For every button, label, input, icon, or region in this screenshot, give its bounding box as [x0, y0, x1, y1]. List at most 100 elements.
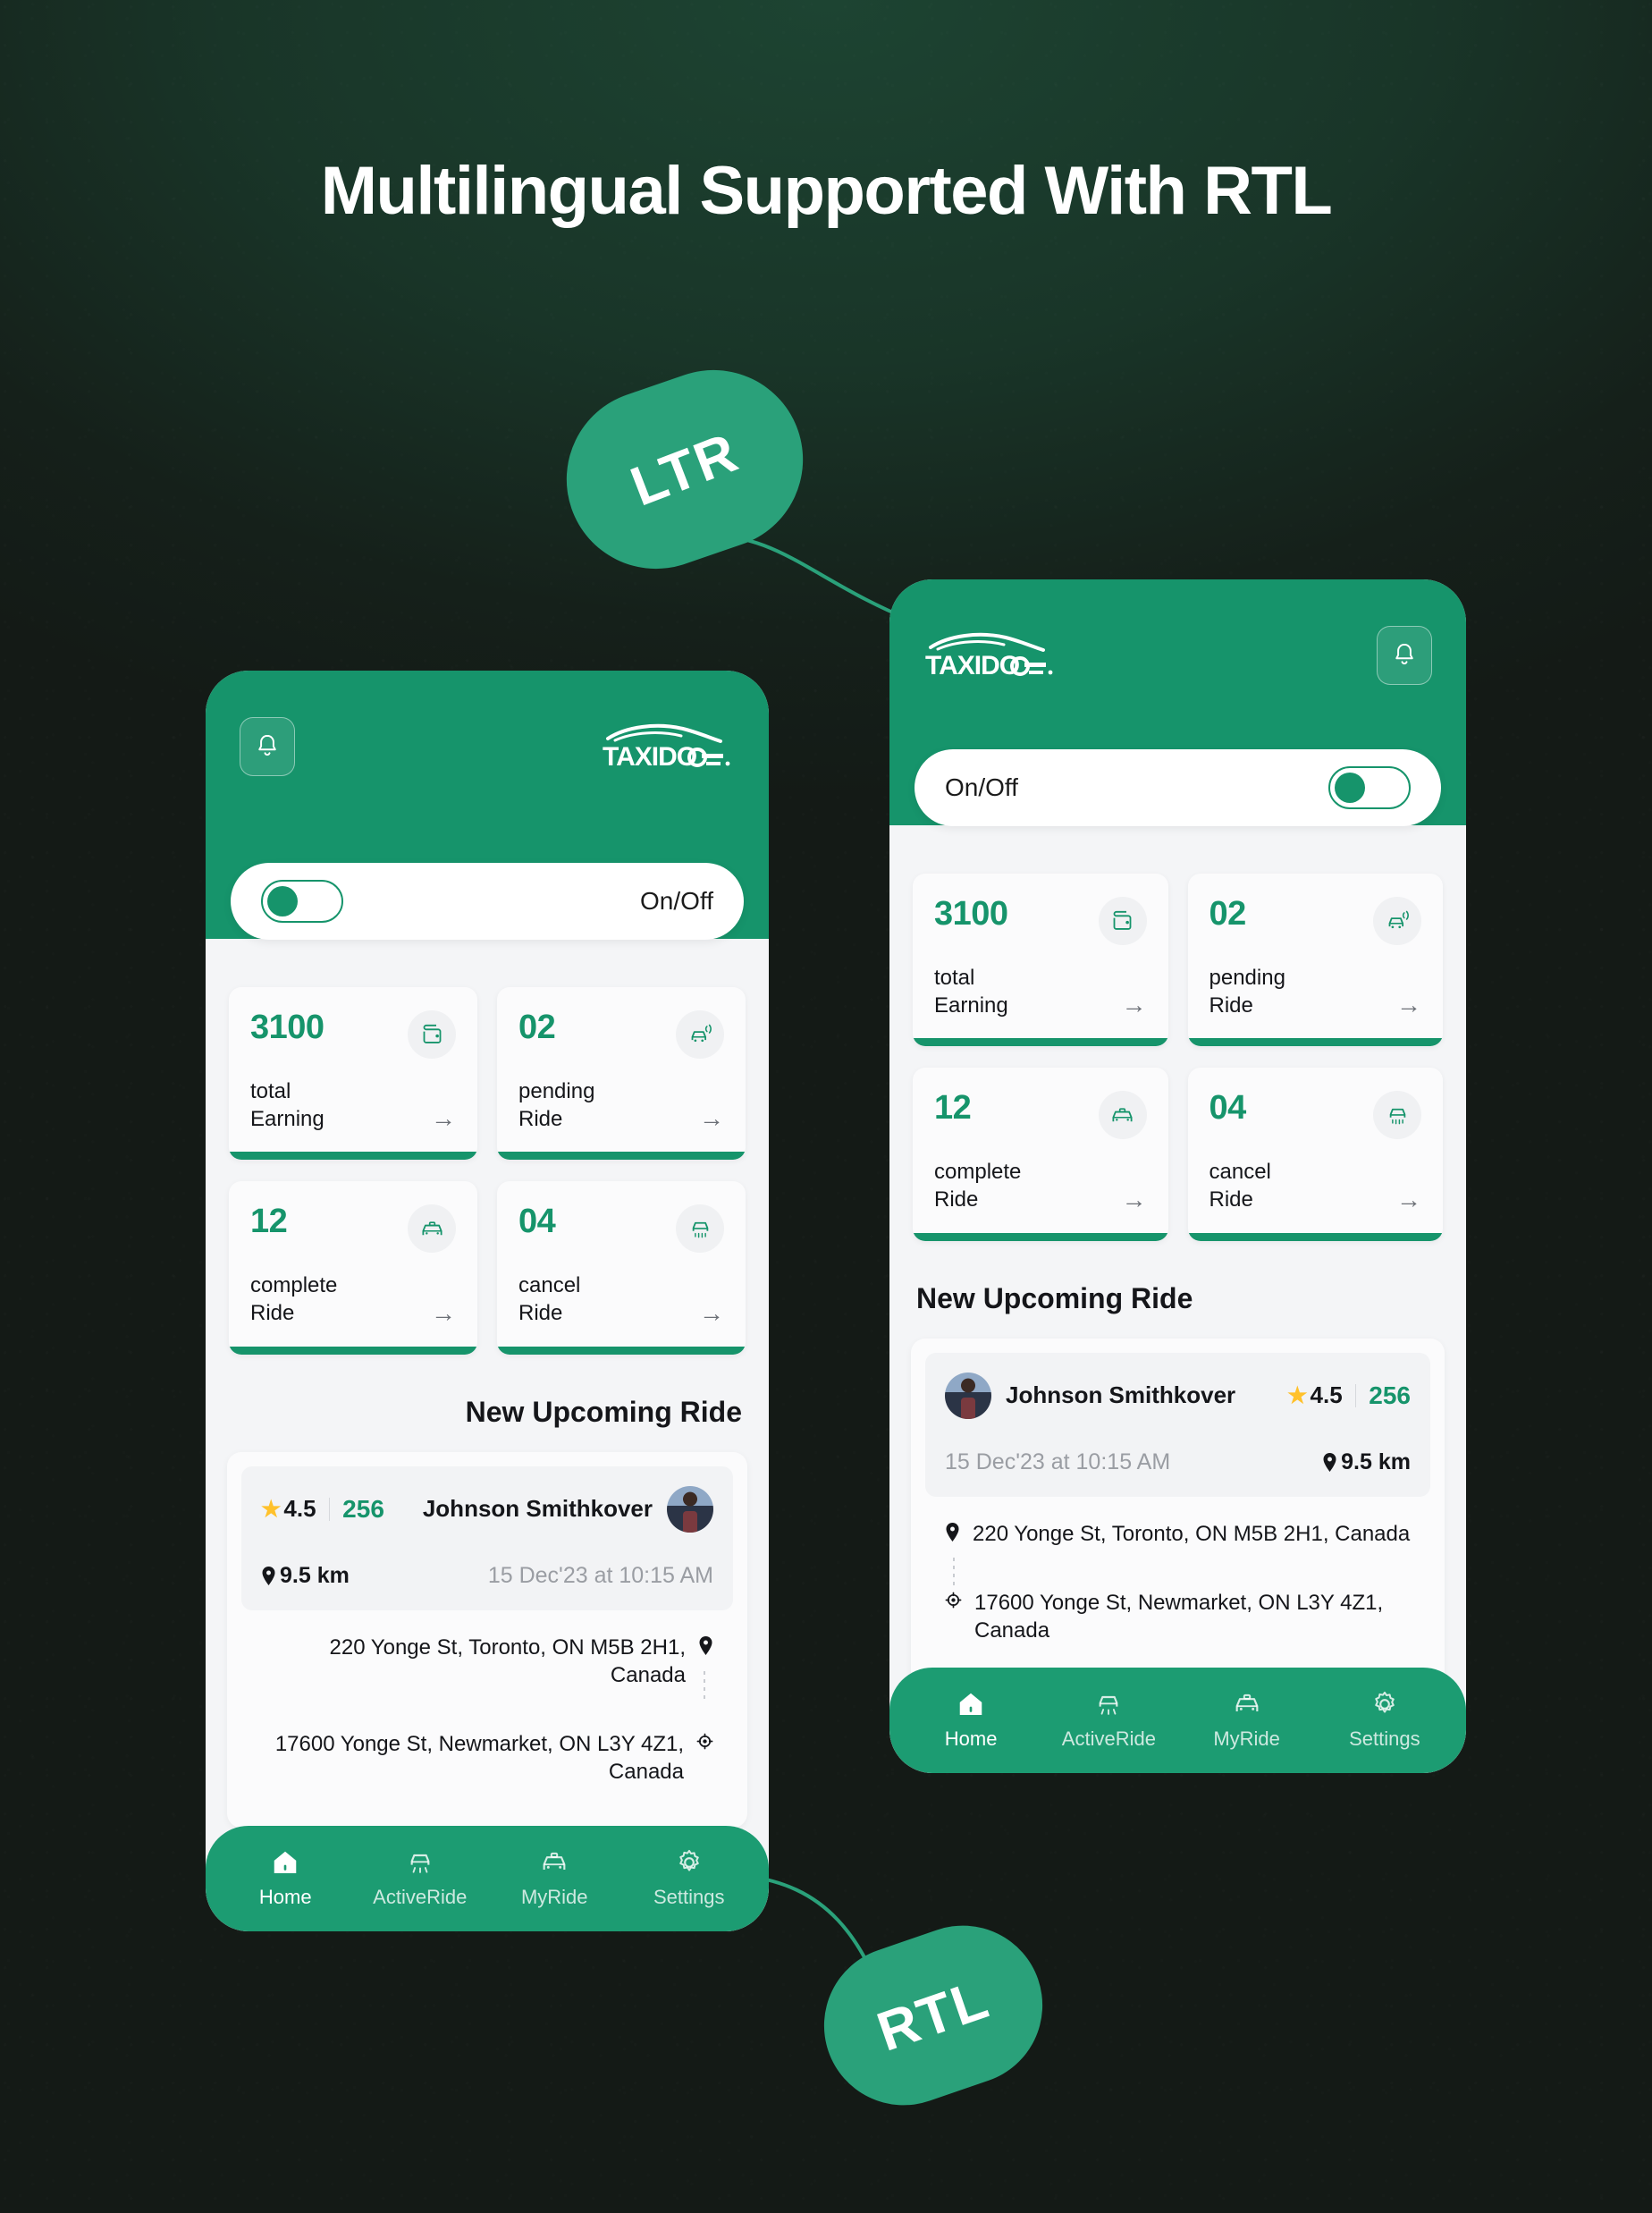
rtl-online-toggle-strip[interactable]: On/Off [231, 863, 744, 940]
notification-button[interactable] [240, 717, 295, 776]
stat-top-row: 02 [1209, 895, 1421, 945]
pickup-address-text: 220 Yonge St, Toronto, ON M5B 2H1, Canad… [973, 1521, 1411, 1546]
car-cancel-icon [676, 1204, 724, 1254]
bell-icon [1395, 643, 1413, 665]
nav-item-settings[interactable]: Settings [1316, 1690, 1454, 1751]
stat-value: 3100 [934, 895, 1008, 933]
stat-label-line1: cancel [518, 1273, 581, 1298]
stat-card-total-earning[interactable]: 3100 total Earning → [229, 987, 477, 1161]
stat-card-pending-ride[interactable]: 02 pending Ride → [497, 987, 746, 1161]
ride-summary: Johnson Smithkover ★ 4.5 256 15 Dec'23 at… [925, 1352, 1430, 1497]
app-logo: TAXIDO [923, 629, 1058, 681]
ride-addresses: 220 Yonge St, Toronto, ON M5B 2H1, Canad… [241, 1610, 733, 1813]
stat-value: 04 [518, 1203, 556, 1241]
stat-bottom-row: cancel Ride → [1210, 1159, 1422, 1213]
ltr-online-toggle-strip[interactable]: On/Off [914, 749, 1441, 826]
stat-arrow-icon[interactable]: → [431, 1106, 456, 1133]
driver-identity: Johnson Smithkover [945, 1372, 1235, 1419]
upcoming-ride-card[interactable]: ★ 4.5 256 Johnson Smithkover 9.5 km 15 De… [227, 1451, 747, 1828]
nav-item-my-ride[interactable]: MyRide [1178, 1690, 1316, 1751]
divider [328, 1497, 331, 1521]
ride-addresses: 220 Yonge St, Toronto, ON M5B 2H1, Canad… [925, 1497, 1430, 1672]
ltr-stats-grid: 3100 total Earning → 02 pending Ride → 1… [913, 874, 1443, 1241]
nav-label: Settings [1349, 1727, 1420, 1750]
nav-item-home[interactable]: Home [902, 1690, 1040, 1751]
notification-button[interactable] [1377, 626, 1432, 685]
stat-label: pending Ride [518, 1078, 594, 1133]
nav-item-active-ride[interactable]: ActiveRide [353, 1848, 488, 1909]
car-front-icon [408, 1204, 456, 1254]
distance-text: 9.5 km [280, 1562, 350, 1588]
page-title: Multilingual Supported With RTL [320, 153, 1333, 229]
stat-arrow-icon[interactable]: → [1396, 992, 1421, 1019]
stat-arrow-icon[interactable]: → [1122, 1187, 1147, 1214]
stat-card-cancel-ride[interactable]: 04 cancel Ride → [1187, 1068, 1443, 1241]
active-ride-icon [1099, 1695, 1118, 1715]
stat-top-row: 3100 [250, 1010, 456, 1059]
wallet-icon [408, 1010, 456, 1059]
stat-value: 04 [1209, 1089, 1247, 1128]
toggle-label: On/Off [945, 773, 1018, 801]
target-pin-icon [945, 1589, 962, 1609]
ltr-stats-section: 3100 total Earning → 02 pending Ride → 1… [889, 825, 1466, 1246]
nav-label: Home [944, 1727, 998, 1750]
toggle-label: On/Off [640, 887, 713, 915]
driver-name: Johnson Smithkover [422, 1495, 653, 1523]
stat-arrow-icon[interactable]: → [431, 1300, 456, 1328]
my-ride-icon [543, 1852, 566, 1870]
stat-label-line1: pending [518, 1079, 595, 1103]
app-logo: TAXIDO [601, 721, 735, 773]
rtl-stats-section: 3100 total Earning → 02 pending Ride → 1… [206, 939, 769, 1360]
car-cancel-icon [1373, 1091, 1421, 1140]
stat-label-line1: complete [250, 1273, 338, 1298]
stat-value: 02 [1209, 895, 1247, 933]
gear-icon [1375, 1691, 1395, 1713]
star-icon: ★ [1287, 1382, 1308, 1408]
stat-card-pending-ride[interactable]: 02 pending Ride → [1187, 874, 1443, 1047]
nav-item-settings[interactable]: Settings [622, 1848, 757, 1909]
pickup-address-row: 220 Yonge St, Toronto, ON M5B 2H1, Canad… [945, 1520, 1411, 1548]
stat-arrow-icon[interactable]: → [699, 1300, 724, 1328]
ride-distance: 9.5 km [1322, 1449, 1411, 1475]
route-dots [953, 1557, 955, 1588]
phone-rtl: TAXIDO On/Off 3100 total Earning → 02 pe… [206, 671, 769, 1931]
ride-meta-row: 15 Dec'23 at 10:15 AM 9.5 km [945, 1449, 1411, 1475]
home-icon [959, 1693, 982, 1715]
stat-arrow-icon[interactable]: → [1396, 1187, 1421, 1214]
online-toggle-switch[interactable] [1328, 766, 1411, 809]
stat-label-line2: Ride [250, 1301, 295, 1326]
ride-datetime: 15 Dec'23 at 10:15 AM [487, 1562, 713, 1588]
rating-value: ★ 4.5 [261, 1495, 316, 1523]
stat-arrow-icon[interactable]: → [1122, 992, 1147, 1019]
stat-card-complete-ride[interactable]: 12 complete Ride → [229, 1181, 477, 1355]
stat-card-complete-ride[interactable]: 12 complete Ride → [913, 1068, 1168, 1241]
online-toggle-switch[interactable] [261, 880, 343, 923]
stat-bottom-row: complete Ride → [934, 1159, 1147, 1213]
stat-label-line2: Ride [518, 1106, 563, 1131]
dropoff-address-text: 17600 Yonge St, Newmarket, ON L3Y 4Z1, C… [974, 1591, 1384, 1643]
stat-arrow-icon[interactable]: → [699, 1106, 724, 1133]
stat-label: cancel Ride [518, 1272, 580, 1327]
star-icon: ★ [261, 1496, 282, 1522]
upcoming-ride-card[interactable]: Johnson Smithkover ★ 4.5 256 15 Dec'23 at… [911, 1338, 1445, 1686]
stat-label: total Earning [250, 1078, 324, 1133]
stat-card-total-earning[interactable]: 3100 total Earning → [913, 874, 1168, 1047]
nav-item-home[interactable]: Home [218, 1848, 353, 1909]
rating-number: 4.5 [283, 1495, 316, 1523]
nav-item-my-ride[interactable]: MyRide [487, 1848, 622, 1909]
stat-label-line1: total [934, 966, 975, 990]
rating-price-group: ★ 4.5 256 [261, 1495, 384, 1524]
ride-datetime: 15 Dec'23 at 10:15 AM [945, 1449, 1171, 1474]
ride-top-row: ★ 4.5 256 Johnson Smithkover [261, 1485, 713, 1533]
stat-label: pending Ride [1210, 965, 1285, 1019]
stat-value: 12 [250, 1203, 288, 1241]
target-pin-icon [696, 1730, 713, 1750]
stat-label-line1: cancel [1209, 1160, 1271, 1185]
rating-number: 4.5 [1310, 1381, 1343, 1409]
stat-card-cancel-ride[interactable]: 04 cancel Ride → [497, 1181, 746, 1355]
stat-label-line2: Ride [934, 1187, 979, 1212]
stat-label-line2: Ride [1209, 1187, 1253, 1212]
stat-top-row: 12 [250, 1203, 456, 1254]
rtl-badge-label: RTL [869, 1967, 998, 2064]
nav-item-active-ride[interactable]: ActiveRide [1040, 1690, 1177, 1751]
